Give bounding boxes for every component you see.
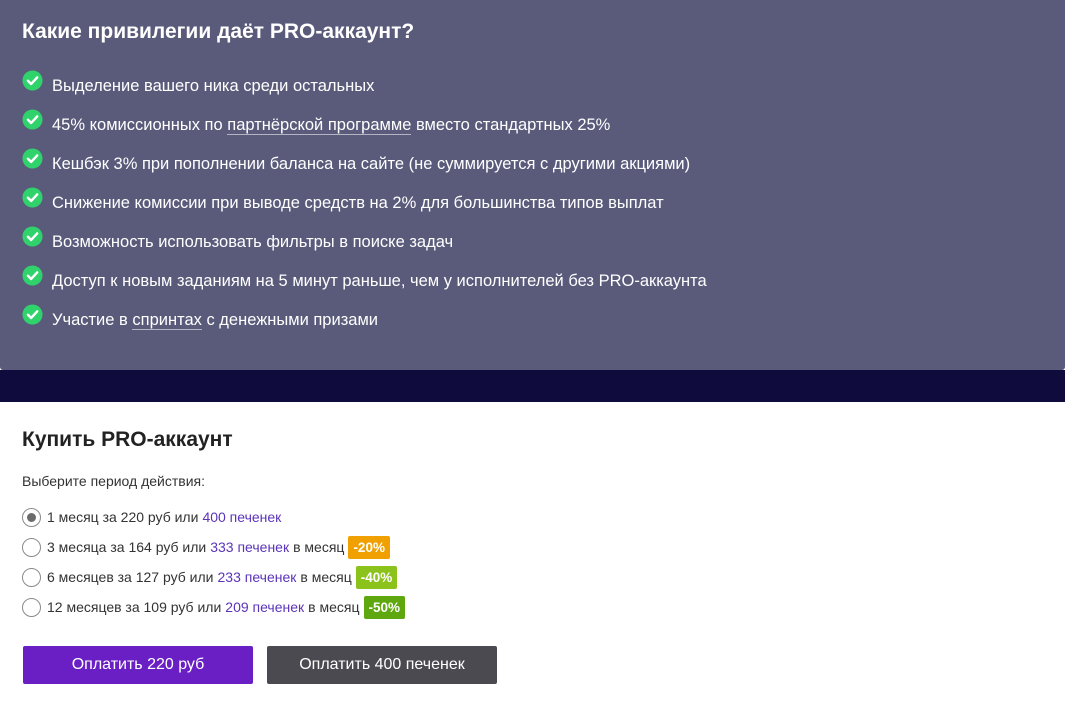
radio-button[interactable] [22,567,41,587]
period-option-3-months[interactable]: 3 месяца за 164 руб или 333 печенек в меся… [22,532,405,562]
features-list: Выделение вашего ника среди остальных 45… [22,70,707,343]
check-circle-icon [22,265,43,286]
option-text: 1 месяц за 220 руб или [47,509,199,525]
feature-text: Кешбэк 3% при пополнении баланса на сайт… [52,155,691,173]
feature-item-sprints: Участие в спринтах с денежными призами [22,304,707,343]
check-circle-icon [22,304,43,325]
check-circle-icon [22,109,43,130]
pay-cookies-button[interactable]: Оплатить 400 печенек [267,646,497,684]
feature-item-early-access: Доступ к новым заданиям на 5 минут раньш… [22,265,707,304]
buy-pro-panel: Купить PRO-аккаунт Выберите период дейст… [0,402,1065,726]
option-text: 6 месяцев за 127 руб или [47,569,214,585]
feature-item-filters: Возможность использовать фильтры в поиск… [22,226,707,265]
check-circle-icon [22,187,43,208]
feature-text-before: 45% комиссионных по [52,116,228,134]
features-title: Какие привилегии даёт PRO-аккаунт? [22,20,415,43]
feature-text: Снижение комиссии при выводе средств на … [52,194,664,212]
per-month-text: в месяц [300,569,352,585]
feature-text-after: вместо стандартных 25% [411,116,611,134]
pay-rubles-button[interactable]: Оплатить 220 руб [23,646,253,684]
feature-text-before: Участие в [52,311,133,329]
radio-button[interactable] [22,597,41,617]
pro-features-panel: Какие привилегии даёт PRO-аккаунт? Выдел… [0,0,1065,370]
radio-button[interactable] [22,537,41,557]
cookies-link[interactable]: 233 печенек [218,569,297,585]
feature-item-commission: 45% комиссионных по партнёрской программ… [22,109,707,148]
cookies-link[interactable]: 400 печенек [202,509,281,525]
check-circle-icon [22,226,43,247]
period-option-1-month[interactable]: 1 месяц за 220 руб или 400 печенек [22,502,405,532]
check-circle-icon [22,70,43,91]
option-text: 12 месяцев за 109 руб или [47,599,222,615]
feature-item-nick-highlight: Выделение вашего ника среди остальных [22,70,707,109]
per-month-text: в месяц [293,539,345,555]
discount-badge: -40% [355,565,398,589]
partner-program-link[interactable]: партнёрской программе [227,116,412,135]
feature-item-withdraw-fee: Снижение комиссии при выводе средств на … [22,187,707,226]
feature-item-cashback: Кешбэк 3% при пополнении баланса на сайт… [22,148,707,187]
check-circle-icon [22,148,43,169]
period-label: Выберите период действия: [22,473,206,489]
feature-text: Выделение вашего ника среди остальных [52,77,375,95]
discount-badge: -20% [348,535,390,559]
radio-button-selected[interactable] [22,507,41,527]
period-options: 1 месяц за 220 руб или 400 печенек 3 меся… [22,502,406,622]
page: Какие привилегии даёт PRO-аккаунт? Выдел… [0,0,1065,726]
buy-title: Купить PRO-аккаунт [22,428,233,451]
feature-text: Возможность использовать фильтры в поиск… [52,233,454,251]
background-band [0,370,1065,402]
cookies-link[interactable]: 333 печенек [210,539,289,555]
period-option-6-months[interactable]: 6 месяцев за 127 руб или 233 печенек в мес… [22,562,405,592]
per-month-text: в месяц [308,599,360,615]
cookies-link[interactable]: 209 печенек [225,599,304,615]
discount-badge: -50% [363,595,406,619]
option-text: 3 месяца за 164 руб или [47,539,207,555]
feature-text: Доступ к новым заданиям на 5 минут раньш… [52,272,707,290]
sprints-link[interactable]: спринтах [132,311,202,330]
feature-text-after: с денежными призами [201,311,379,329]
period-option-12-months[interactable]: 12 месяцев за 109 руб или 209 печенек в ме… [22,592,406,622]
